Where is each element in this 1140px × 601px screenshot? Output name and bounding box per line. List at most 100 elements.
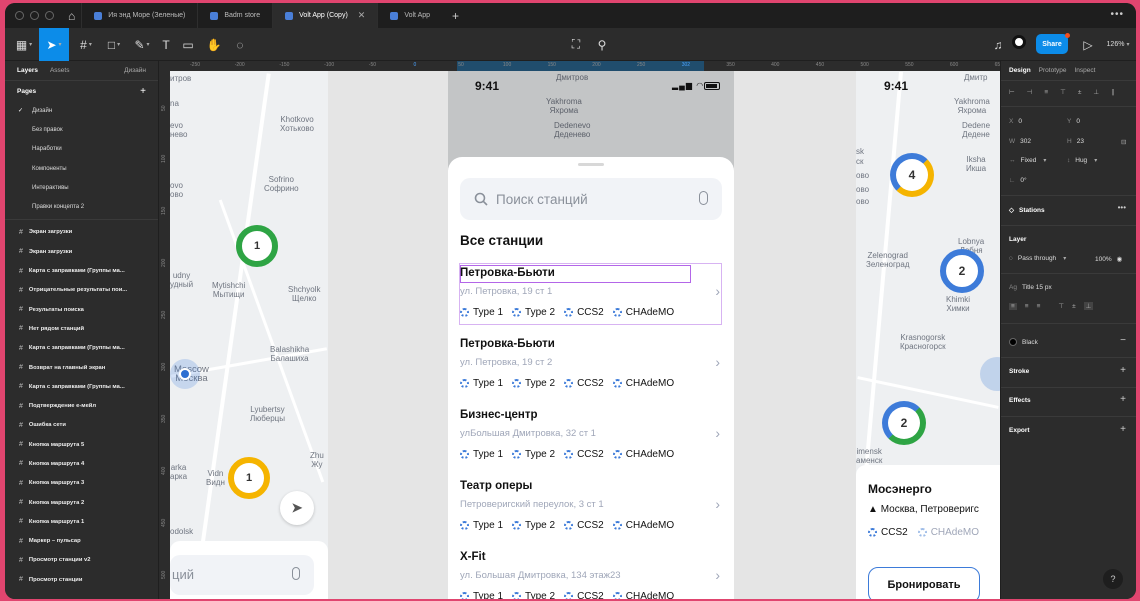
page-selector[interactable]: Дизайн bbox=[124, 67, 146, 74]
layer-item[interactable]: # Просмотр станции bbox=[5, 570, 158, 589]
comment-icon[interactable]: ◌ bbox=[231, 28, 249, 61]
text-align-center-icon[interactable]: ≡ bbox=[1025, 303, 1029, 310]
tab-volt-app-copy[interactable]: Volt App (Copy) ✕ bbox=[272, 3, 378, 28]
station-row[interactable]: Театр оперы Петроверигский переулок, 3 ст… bbox=[460, 480, 722, 542]
layer-item[interactable]: # Кнопка маршрута 5 bbox=[5, 435, 158, 454]
cluster-marker[interactable]: 1 bbox=[228, 457, 270, 499]
text-tool-icon[interactable]: T bbox=[157, 28, 175, 61]
valign-top-icon[interactable]: ⊤ bbox=[1058, 302, 1064, 310]
tab-assets[interactable]: Assets bbox=[50, 67, 70, 74]
maximize-window-icon[interactable] bbox=[45, 11, 54, 20]
y-field[interactable]: Y0 bbox=[1067, 118, 1080, 125]
add-page-icon[interactable]: + bbox=[140, 86, 146, 97]
more-icon[interactable]: ••• bbox=[1110, 9, 1124, 20]
page-item[interactable]: Интерактивы bbox=[5, 178, 158, 197]
comment-tool-icon[interactable]: ▭ bbox=[179, 28, 197, 61]
new-tab-icon[interactable]: + bbox=[452, 9, 459, 23]
width-field[interactable]: W 302 bbox=[1009, 138, 1031, 145]
layer-item[interactable]: # Отрицательные результаты пои... bbox=[5, 281, 158, 300]
layer-item[interactable]: # Кнопка маршрута 3 bbox=[5, 474, 158, 493]
cluster-marker[interactable]: 1 bbox=[236, 225, 278, 267]
headphones-icon[interactable]: ♫ bbox=[989, 28, 1007, 61]
layer-item[interactable]: # Экран загрузки bbox=[5, 223, 158, 242]
layer-item[interactable]: # Подтверждение e-мейл bbox=[5, 396, 158, 415]
text-style[interactable]: Ag Title 15 px bbox=[1009, 284, 1052, 291]
rotation-field[interactable]: ∟ 0° bbox=[1009, 177, 1027, 184]
distribute-icon[interactable]: ∥ bbox=[1111, 88, 1114, 96]
align-right-icon[interactable]: ≡ bbox=[1044, 89, 1048, 96]
align-center-icon[interactable]: ⊣ bbox=[1027, 88, 1033, 96]
hand-tool-icon[interactable]: ✋ bbox=[205, 28, 223, 61]
search-input[interactable]: ций bbox=[170, 555, 314, 595]
zoom-dropdown[interactable]: 126% ▾ bbox=[1103, 28, 1133, 61]
tab-volt-app[interactable]: Volt App bbox=[377, 3, 442, 28]
pen-tool-icon[interactable]: ✎ ▾ bbox=[129, 28, 155, 61]
page-item[interactable]: Правки концепта 2 bbox=[5, 197, 158, 216]
layer-item[interactable]: # Карта с заправками (Группы ма... bbox=[5, 261, 158, 280]
eye-icon[interactable]: ◉ bbox=[1117, 255, 1123, 263]
mic-icon[interactable] bbox=[292, 567, 300, 580]
layer-item[interactable]: # Ошибка сети bbox=[5, 416, 158, 435]
page-item[interactable]: Наработки bbox=[5, 140, 158, 159]
station-row[interactable]: Петровка-Бьюти ул. Петровка, 19 ст 1 › Type… bbox=[459, 263, 722, 329]
tab-inspect[interactable]: Inspect bbox=[1075, 67, 1096, 74]
cluster-marker-partial[interactable] bbox=[980, 357, 1000, 391]
width-mode-dropdown[interactable]: ↔ Fixed ▾ bbox=[1009, 157, 1046, 164]
layer-item[interactable]: # Экран загрузки bbox=[5, 242, 158, 261]
page-item[interactable]: Компоненты bbox=[5, 159, 158, 178]
x-field[interactable]: X0 bbox=[1009, 118, 1022, 125]
home-icon[interactable]: ⌂ bbox=[68, 9, 75, 23]
book-button[interactable]: Бронировать bbox=[868, 567, 980, 599]
layer-item[interactable]: # Маркер – пульсар bbox=[5, 532, 158, 551]
navigate-button[interactable]: ➤ bbox=[280, 491, 314, 525]
move-tool-icon[interactable]: ➤ ▾ bbox=[39, 28, 69, 61]
frame-tool-icon[interactable]: # ▾ bbox=[73, 28, 99, 61]
cluster-marker[interactable]: 2 bbox=[882, 401, 926, 445]
frame-map-phone-a[interactable]: итров na evo нево ovo ово Khotkovo Хотьк… bbox=[170, 71, 328, 599]
layer-item[interactable]: # Кнопка маршрута 1 bbox=[5, 512, 158, 531]
cluster-marker[interactable]: 4 bbox=[890, 153, 934, 197]
layer-item[interactable]: # Результаты поиска bbox=[5, 300, 158, 319]
link-icon[interactable]: ⚲ bbox=[593, 28, 611, 61]
layer-item[interactable]: # Возврат на главный экран bbox=[5, 358, 158, 377]
add-effect-icon[interactable]: + bbox=[1120, 394, 1126, 405]
layer-item[interactable]: # Нет рядом станций bbox=[5, 319, 158, 338]
constrain-proportions-icon[interactable]: ⊟ bbox=[1121, 138, 1126, 146]
align-top-icon[interactable]: ⊤ bbox=[1060, 88, 1066, 96]
page-item[interactable]: Без правок bbox=[5, 120, 158, 139]
frame-map-phone-c[interactable]: Дмитр Yakhroma Яхрома Dedene Дедене Iksh… bbox=[856, 71, 1000, 599]
valign-middle-icon[interactable]: ± bbox=[1072, 303, 1076, 310]
add-export-icon[interactable]: + bbox=[1120, 424, 1126, 435]
tab-prototype[interactable]: Prototype bbox=[1039, 67, 1067, 74]
component-icon[interactable]: ⛶ bbox=[567, 28, 585, 61]
layer-item[interactable]: # Кнопка маршрута 4 bbox=[5, 454, 158, 473]
tab-design[interactable]: Design bbox=[1009, 67, 1031, 74]
share-button[interactable]: Share bbox=[1036, 34, 1068, 54]
text-align-right-icon[interactable]: ≡ bbox=[1037, 303, 1041, 310]
search-input[interactable]: Поиск станций bbox=[460, 178, 722, 220]
tab-ia-end-more[interactable]: Ия энд Море (Зеленые) bbox=[81, 3, 197, 28]
fill-style[interactable]: Black bbox=[1009, 338, 1038, 346]
station-row[interactable]: Петровка-Бьюти ул. Петровка, 19 ст 2 › Type… bbox=[460, 338, 722, 400]
layer-item[interactable]: # Кнопка маршрута 2 bbox=[5, 493, 158, 512]
close-window-icon[interactable] bbox=[15, 11, 24, 20]
tab-badm-store[interactable]: Badm store bbox=[197, 3, 272, 28]
present-icon[interactable]: ▷ bbox=[1079, 28, 1097, 61]
grab-handle[interactable] bbox=[578, 163, 604, 166]
frame-station-list[interactable]: Дмитров Yakhroma Яхрома Dedenevo Деденев… bbox=[448, 71, 734, 599]
more-icon[interactable]: ••• bbox=[1118, 203, 1126, 212]
remove-fill-icon[interactable]: − bbox=[1120, 335, 1126, 346]
station-row[interactable]: Бизнес-центр улБольшая Дмитровка, 32 ст 1… bbox=[460, 409, 722, 471]
avatar[interactable] bbox=[1012, 35, 1026, 49]
cluster-marker[interactable]: 2 bbox=[940, 249, 984, 293]
add-stroke-icon[interactable]: + bbox=[1120, 365, 1126, 376]
layer-item[interactable]: # Карта с заправками (Группы ма... bbox=[5, 339, 158, 358]
close-tab-icon[interactable]: ✕ bbox=[358, 10, 366, 21]
layer-item[interactable]: # Просмотр станции v2 bbox=[5, 551, 158, 570]
tab-layers[interactable]: Layers bbox=[17, 67, 38, 74]
height-mode-dropdown[interactable]: ↕ Hug ▾ bbox=[1067, 157, 1097, 164]
page-item[interactable]: ✓ Дизайн bbox=[5, 101, 158, 120]
canvas[interactable]: -250 -200 -150 -100 -50 0 50 100 150 200 250 302 350… bbox=[160, 61, 1000, 599]
layer-item[interactable]: # Карта с заправками (Группы ма... bbox=[5, 377, 158, 396]
text-align-left-icon[interactable]: ≡ bbox=[1009, 302, 1017, 310]
